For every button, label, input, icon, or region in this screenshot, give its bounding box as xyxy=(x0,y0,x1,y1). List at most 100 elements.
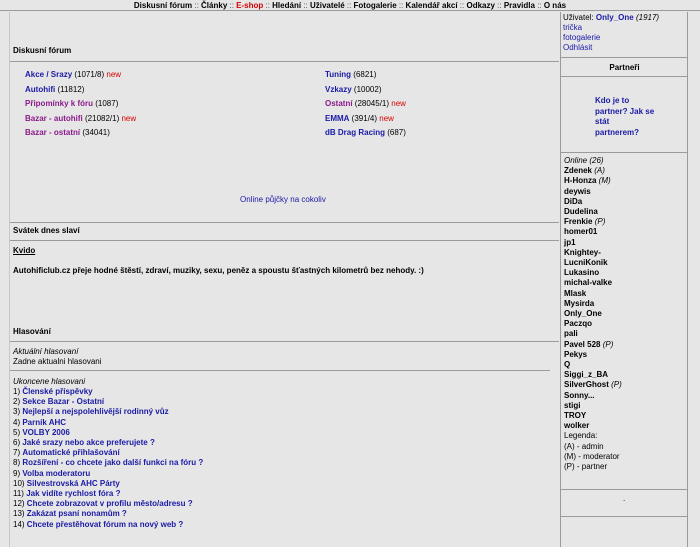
online-user[interactable]: Pavel 528 (P) xyxy=(564,340,622,350)
poll-link[interactable]: Sekce Bazar - Ostatní xyxy=(22,397,104,406)
divider xyxy=(10,61,559,62)
user-post-count: (1917) xyxy=(635,13,660,22)
forum-category-link[interactable]: Připomínky k fóru xyxy=(25,99,93,108)
forum-category-link[interactable]: Bazar - autohifi xyxy=(25,114,83,123)
online-user[interactable]: SilverGhost (P) xyxy=(564,380,622,390)
user-menu-link[interactable]: Odhlásit xyxy=(563,43,592,52)
nav-item[interactable]: Diskusní fórum xyxy=(134,1,192,10)
user-menu-item: fotogalerie xyxy=(563,33,600,43)
online-user-name: Sonny... xyxy=(564,390,595,400)
user-name-link[interactable]: Only_One xyxy=(596,13,634,22)
main-content: Diskusní fórum Akce / Srazy (1071/8) new… xyxy=(9,12,559,547)
online-user[interactable]: LucniKonik xyxy=(564,258,622,268)
ad-link[interactable]: Online půjčky na cokoliv xyxy=(240,195,326,204)
online-user[interactable]: Knightey- xyxy=(564,248,622,258)
user-menu-link[interactable]: trička xyxy=(563,23,582,32)
online-user-name: Mlask xyxy=(564,288,587,298)
online-user[interactable]: Mysirda xyxy=(564,299,622,309)
online-user[interactable]: stigi xyxy=(564,401,622,411)
online-heading: Online (26) xyxy=(564,156,604,165)
nav-item[interactable]: Uživatelé xyxy=(310,1,345,10)
nav-item[interactable]: Odkazy xyxy=(466,1,494,10)
poll-number: 2) xyxy=(13,397,23,407)
online-user[interactable]: Lukasino xyxy=(564,268,622,278)
forum-category-link[interactable]: Tuning xyxy=(325,70,351,79)
poll-link[interactable]: Chcete zobrazovat v profilu město/adresu… xyxy=(27,499,193,508)
poll-item: 1) Členské příspěvky xyxy=(13,387,203,397)
online-user[interactable]: Dudelina xyxy=(564,207,622,217)
forum-list-left: Akce / Srazy (1071/8) new Autohifi (11812… xyxy=(25,68,136,141)
online-user-name: jp1 xyxy=(564,237,576,247)
nav-separator: :: xyxy=(301,1,310,10)
online-user[interactable]: michal-valke xyxy=(564,278,622,288)
poll-link[interactable]: Zakázat psaní nonamům ? xyxy=(27,509,127,518)
online-user[interactable]: Pekys xyxy=(564,350,622,360)
new-badge: new xyxy=(389,99,406,108)
legend-item: (A) - admin xyxy=(564,441,604,451)
online-user-name: TROY xyxy=(564,411,587,421)
online-user-name: deywis xyxy=(564,186,591,196)
online-user[interactable]: wolker xyxy=(564,421,622,431)
polls-title: Hlasování xyxy=(13,327,51,336)
online-user[interactable]: jp1 xyxy=(564,238,622,248)
poll-link[interactable]: VOLBY 2006 xyxy=(22,428,69,437)
partner-info-link[interactable]: Kdo je to partner? Jak se stát partnerem… xyxy=(595,96,655,138)
online-user-name: stigi xyxy=(564,400,581,410)
poll-link[interactable]: Nejlepší a nejspolehlivější rodinný vůz xyxy=(22,407,168,416)
poll-link[interactable]: Jak vidíte rychlost fóra ? xyxy=(26,489,120,498)
forum-category-link[interactable]: EMMA xyxy=(325,114,349,123)
nav-separator: :: xyxy=(534,1,544,10)
nav-item[interactable]: E-shop xyxy=(236,1,263,10)
online-user-name: Paczqo xyxy=(564,319,593,329)
online-user[interactable]: Zdenek (A) xyxy=(564,166,622,176)
poll-link[interactable]: Silvestrovská AHC Párty xyxy=(27,479,120,488)
forum-category: Akce / Srazy (1071/8) new xyxy=(25,68,136,83)
nav-item[interactable]: O nás xyxy=(544,1,566,10)
online-user[interactable]: pali xyxy=(564,329,622,339)
online-user[interactable]: Siggi_z_BA xyxy=(564,370,622,380)
forum-category-link[interactable]: dB Drag Racing xyxy=(325,128,385,137)
nav-item[interactable]: Fotogalerie xyxy=(354,1,397,10)
nav-item[interactable]: Hledání xyxy=(272,1,301,10)
online-user[interactable]: Paczqo xyxy=(564,319,622,329)
divider xyxy=(561,57,688,58)
nav-item[interactable]: Pravidla xyxy=(504,1,535,10)
poll-item: 5) VOLBY 2006 xyxy=(13,428,203,438)
user-menu-item: trička xyxy=(563,23,600,33)
online-user[interactable]: Only_One xyxy=(564,309,622,319)
poll-link[interactable]: Volba moderatoru xyxy=(22,469,90,478)
user-menu-link[interactable]: fotogalerie xyxy=(563,33,600,42)
new-badge: new xyxy=(119,113,137,123)
forum-category-count: (1071/8) xyxy=(72,70,105,79)
poll-item: 13) Zakázat psaní nonamům ? xyxy=(13,509,203,519)
online-user[interactable]: Q xyxy=(564,360,622,370)
online-user[interactable]: DiDa xyxy=(564,197,622,207)
online-user[interactable]: homer01 xyxy=(564,227,622,237)
forum-category-link[interactable]: Akce / Srazy xyxy=(25,70,72,79)
poll-link[interactable]: Členské příspěvky xyxy=(22,387,92,396)
poll-link[interactable]: Chcete přestěhovat fórum na nový web ? xyxy=(27,520,183,529)
online-user[interactable]: Mlask xyxy=(564,289,622,299)
poll-link[interactable]: Parník AHC xyxy=(22,418,66,427)
poll-number: 1) xyxy=(13,387,23,396)
forum-category-link[interactable]: Vzkazy xyxy=(325,85,352,94)
online-user[interactable]: H-Honza (M) xyxy=(564,176,622,186)
forum-category-link[interactable]: Ostatní xyxy=(325,99,353,108)
poll-number: 14) xyxy=(13,519,27,529)
partners-title: Partneři xyxy=(609,63,640,72)
forum-category-link[interactable]: Autohifi xyxy=(25,85,55,94)
nav-item[interactable]: Články xyxy=(201,1,227,10)
poll-link[interactable]: Automatické přihlašování xyxy=(22,448,119,457)
online-user[interactable]: Frenkie (P) xyxy=(564,217,622,227)
online-user[interactable]: deywis xyxy=(564,187,622,197)
poll-link[interactable]: Rozšíření - co chcete jako další funkci … xyxy=(22,458,203,467)
poll-link[interactable]: Jaké srazy nebo akce preferujete ? xyxy=(22,438,155,447)
nav-item[interactable]: Kalendář akcí xyxy=(406,1,458,10)
forum-category-count: (391/4) xyxy=(349,113,378,123)
online-user-name: Siggi_z_BA xyxy=(564,370,609,380)
online-user[interactable]: TROY xyxy=(564,411,622,421)
sidebar: Uživatel: Only_One (1917) trička fotogale… xyxy=(560,12,688,547)
nav-separator: :: xyxy=(192,1,202,10)
online-user[interactable]: Sonny... xyxy=(564,391,622,401)
forum-category-link[interactable]: Bazar - ostatní xyxy=(25,128,80,137)
